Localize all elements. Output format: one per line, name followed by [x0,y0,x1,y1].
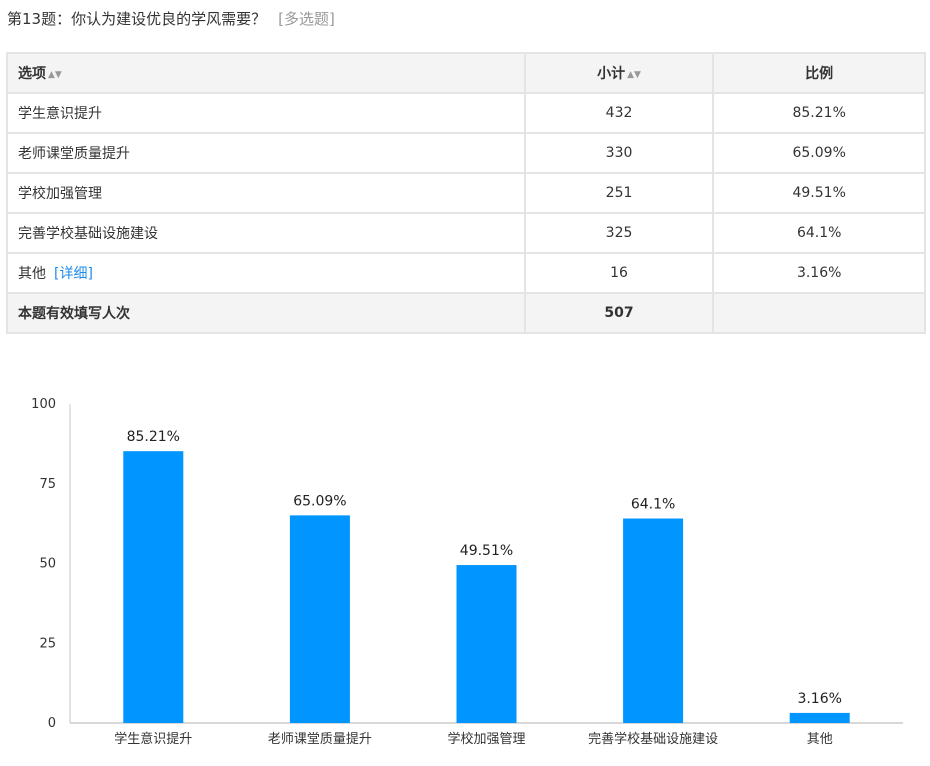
table-row: 老师课堂质量提升 330 65.09% [6,132,926,174]
total-row: 本题有效填写人次 507 [6,292,926,334]
data-label: 85.21% [127,429,180,445]
bar [456,565,517,723]
y-tick-label: 50 [39,557,56,572]
x-tick-label: 学校加强管理 [447,731,525,747]
bar [289,515,350,723]
ratio-cell: 85.21% [712,92,926,134]
count-cell: 330 [523,132,715,174]
sort-icon[interactable]: ▲▼ [627,70,641,80]
table-row: 学校加强管理 251 49.51% [6,172,926,214]
header-option[interactable]: 选项 ▲▼ [6,52,526,94]
x-tick-label: 完善学校基础设施建设 [588,731,718,747]
option-cell: 学生意识提升 [6,92,526,134]
count-cell: 16 [523,252,715,294]
option-label: 其他 [18,266,46,282]
question-title: 第13题：你认为建设优良的学风需要？ [多选题] [7,8,335,29]
total-ratio [712,292,926,334]
data-label: 64.1% [631,497,675,513]
x-tick-label: 其他 [807,732,833,747]
total-label: 本题有效填写人次 [6,292,526,334]
bar-chart: 0 25 50 75 100 85.21% 学生意识提升 65.09% 老师课堂质量提升 49.5… [31,397,903,747]
detail-link[interactable]: [详细] [54,266,93,282]
y-tick-label: 75 [39,477,56,492]
ratio-cell: 49.51% [712,172,926,214]
count-cell: 251 [523,172,715,214]
bar [123,451,184,723]
data-label: 65.09% [293,493,346,509]
option-cell: 学校加强管理 [6,172,526,214]
option-cell: 其他 [详细] [6,252,526,294]
results-table: 选项 ▲▼ 小计 ▲▼ 比例 学生意识提升 432 85.21% 老师课堂质量提升 … [6,52,926,334]
data-label: 3.16% [797,691,841,707]
ratio-cell: 64.1% [712,212,926,254]
y-tick-label: 100 [31,397,56,412]
table-header-row: 选项 ▲▼ 小计 ▲▼ 比例 [6,52,926,94]
bar [623,518,684,723]
y-tick-label: 25 [39,636,56,651]
x-tick-label: 老师课堂质量提升 [268,731,372,747]
question-text: 第13题：你认为建设优良的学风需要？ [7,10,267,28]
table-row: 学生意识提升 432 85.21% [6,92,926,134]
question-type-tag: [多选题] [278,10,335,28]
count-cell: 432 [523,92,715,134]
count-cell: 325 [523,212,715,254]
table-row: 其他 [详细] 16 3.16% [6,252,926,294]
x-tick-label: 学生意识提升 [114,731,192,747]
ratio-cell: 3.16% [712,252,926,294]
option-cell: 老师课堂质量提升 [6,132,526,174]
option-cell: 完善学校基础设施建设 [6,212,526,254]
data-label: 49.51% [460,543,513,559]
table-row: 完善学校基础设施建设 325 64.1% [6,212,926,254]
bar [789,712,850,723]
total-count: 507 [523,292,715,334]
header-ratio: 比例 [712,52,926,94]
header-count[interactable]: 小计 ▲▼ [523,52,715,94]
ratio-cell: 65.09% [712,132,926,174]
y-tick-label: 0 [48,716,56,731]
sort-icon[interactable]: ▲▼ [48,70,62,80]
